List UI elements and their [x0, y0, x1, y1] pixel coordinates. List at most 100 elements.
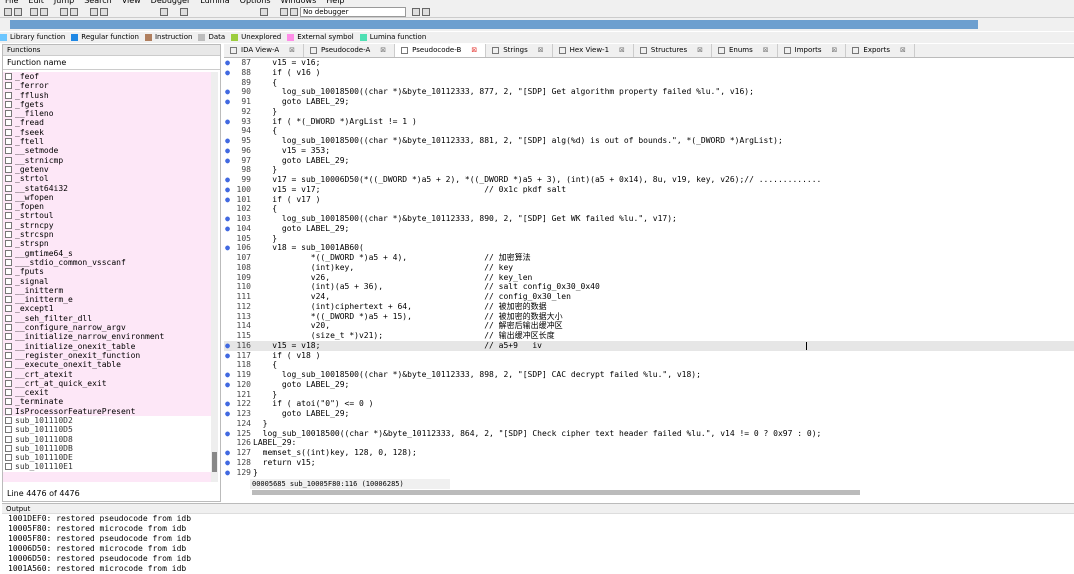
function-item[interactable]: _ferror: [3, 81, 211, 90]
function-item[interactable]: sub_101110D5: [3, 425, 211, 435]
function-item[interactable]: __wfopen: [3, 193, 211, 202]
play-icon[interactable]: [180, 8, 188, 16]
code-line[interactable]: 121 }: [224, 390, 1074, 400]
function-item[interactable]: _signal: [3, 277, 211, 286]
breakpoint-dot[interactable]: ●: [224, 448, 231, 458]
jump-icon[interactable]: [60, 8, 68, 16]
code-line[interactable]: ● 87 v15 = v16;: [224, 58, 1074, 68]
breakpoint-dot[interactable]: ●: [224, 185, 231, 195]
breakpoint-dot[interactable]: ●: [224, 58, 231, 68]
code-line[interactable]: 115 (size_t *)v21); // 输出缓冲区长度: [224, 331, 1074, 341]
debugger-select[interactable]: No debugger: [300, 7, 406, 17]
open-icon[interactable]: [4, 8, 12, 16]
function-item[interactable]: _strcspn: [3, 230, 211, 239]
tab-strings[interactable]: Strings ⊠: [486, 44, 553, 57]
function-item[interactable]: _fgets: [3, 100, 211, 109]
breakpoint-dot[interactable]: ●: [224, 214, 231, 224]
code-line[interactable]: ● 88 if ( v16 ): [224, 68, 1074, 78]
code-line[interactable]: 109 v26, // key_len: [224, 273, 1074, 283]
code-line[interactable]: ● 99 v17 = sub_10006D50(*((_DWORD *)a5 + …: [224, 175, 1074, 185]
search-icon[interactable]: [70, 8, 78, 16]
function-item[interactable]: _fseek: [3, 128, 211, 137]
code-line[interactable]: ● 100 v15 = v17; // 0x1c pkdf salt: [224, 185, 1074, 195]
function-list[interactable]: _feof _ferror _fflush _fgets __fileno _fread _…: [3, 72, 211, 482]
breakpoint-dot[interactable]: ●: [224, 429, 231, 439]
attach-icon[interactable]: [412, 8, 420, 16]
function-item[interactable]: __gmtime64_s: [3, 249, 211, 258]
function-item[interactable]: __initterm: [3, 286, 211, 295]
breakpoint-dot[interactable]: [224, 360, 231, 370]
breakpoint-dot[interactable]: [224, 204, 231, 214]
breakpoint-dot[interactable]: ●: [224, 156, 231, 166]
breakpoint-dot[interactable]: ●: [224, 175, 231, 185]
breakpoint-dot[interactable]: ●: [224, 195, 231, 205]
code-line[interactable]: 98 }: [224, 165, 1074, 175]
function-item[interactable]: _strspn: [3, 239, 211, 248]
function-list-scrollbar[interactable]: [211, 72, 218, 482]
breakpoint-dot[interactable]: [224, 126, 231, 136]
breakpoint-dot[interactable]: [224, 390, 231, 400]
code-line[interactable]: 114 v20, // 解密后输出缓冲区: [224, 321, 1074, 331]
code-line[interactable]: ● 104 goto LABEL_29;: [224, 224, 1074, 234]
function-item[interactable]: __execute_onexit_table: [3, 360, 211, 369]
breakpoint-dot[interactable]: ●: [224, 68, 231, 78]
tab-hex-view-1[interactable]: Hex View-1 ⊠: [553, 44, 634, 57]
function-item[interactable]: _strtoul: [3, 211, 211, 220]
breakpoint-dot[interactable]: [224, 263, 231, 273]
code-line[interactable]: 108 (int)key, // key: [224, 263, 1074, 273]
breakpoint-dot[interactable]: [224, 321, 231, 331]
code-horizontal-scrollbar[interactable]: [252, 490, 860, 495]
data-icon[interactable]: [100, 8, 108, 16]
function-item[interactable]: _getenv: [3, 165, 211, 174]
close-icon[interactable]: [260, 8, 268, 16]
function-item[interactable]: __configure_narrow_argv: [3, 323, 211, 332]
code-line[interactable]: ● 116 v15 = v18; // a5+9 iv: [224, 340, 1074, 351]
code-line[interactable]: ● 90 log_sub_10018500((char *)&byte_10112…: [224, 87, 1074, 97]
code-line[interactable]: 110 (int)(a5 + 36), // salt config_0x30_…: [224, 282, 1074, 292]
breakpoint-dot[interactable]: [224, 331, 231, 341]
breakpoint-dot[interactable]: ●: [224, 399, 231, 409]
code-line[interactable]: ● 120 goto LABEL_29;: [224, 380, 1074, 390]
close-icon[interactable]: ⊠: [471, 46, 477, 54]
close-icon[interactable]: ⊠: [697, 46, 703, 54]
breakpoint-dot[interactable]: [224, 253, 231, 263]
tab-imports[interactable]: Imports ⊠: [778, 44, 847, 57]
close-icon[interactable]: ⊠: [763, 46, 769, 54]
function-item[interactable]: _strncpy: [3, 221, 211, 230]
close-icon[interactable]: ⊠: [380, 46, 386, 54]
breakpoint-dot[interactable]: ●: [224, 146, 231, 156]
code-line[interactable]: ● 125 log_sub_10018500((char *)&byte_1011…: [224, 429, 1074, 439]
run-icon[interactable]: [280, 8, 288, 16]
scrollbar-thumb[interactable]: [212, 452, 217, 472]
breakpoint-dot[interactable]: ●: [224, 117, 231, 127]
code-line[interactable]: ● 101 if ( v17 ): [224, 195, 1074, 205]
function-item[interactable]: __seh_filter_dll: [3, 314, 211, 323]
code-line[interactable]: 102 {: [224, 204, 1074, 214]
forward-icon[interactable]: [40, 8, 48, 16]
breakpoint-dot[interactable]: [224, 234, 231, 244]
breakpoint-dot[interactable]: ●: [224, 243, 231, 253]
close-icon[interactable]: ⊠: [619, 46, 625, 54]
tab-structures[interactable]: Structures ⊠: [634, 44, 712, 57]
code-line[interactable]: ● 91 goto LABEL_29;: [224, 97, 1074, 107]
code-line[interactable]: 113 *((_DWORD *)a5 + 15), // 被加密的数据大小: [224, 312, 1074, 322]
code-line[interactable]: ● 93 if ( *(_DWORD *)ArgList != 1 ): [224, 117, 1074, 127]
code-line[interactable]: 111 v24, // config_0x30_len: [224, 292, 1074, 302]
function-item[interactable]: __crt_atexit: [3, 370, 211, 379]
code-line[interactable]: ● 129}: [224, 468, 1074, 478]
code-line[interactable]: ● 106 v18 = sub_1001AB60(: [224, 243, 1074, 253]
code-line[interactable]: ● 103 log_sub_10018500((char *)&byte_1011…: [224, 214, 1074, 224]
function-item[interactable]: sub_101110D8: [3, 434, 211, 444]
function-item[interactable]: __crt_at_quick_exit: [3, 379, 211, 388]
breakpoint-dot[interactable]: [224, 165, 231, 175]
code-line[interactable]: ● 117 if ( v18 ): [224, 351, 1074, 361]
breakpoint-dot[interactable]: [224, 312, 231, 322]
close-icon[interactable]: ⊠: [832, 46, 838, 54]
function-item[interactable]: __register_onexit_function: [3, 351, 211, 360]
breakpoint-dot[interactable]: ●: [224, 370, 231, 380]
code-line[interactable]: 105 }: [224, 234, 1074, 244]
breakpoint-dot[interactable]: ●: [224, 458, 231, 468]
breakpoint-dot[interactable]: [224, 78, 231, 88]
tab-ida-view-a[interactable]: IDA View-A ⊠: [224, 44, 304, 57]
breakpoint-dot[interactable]: [224, 302, 231, 312]
